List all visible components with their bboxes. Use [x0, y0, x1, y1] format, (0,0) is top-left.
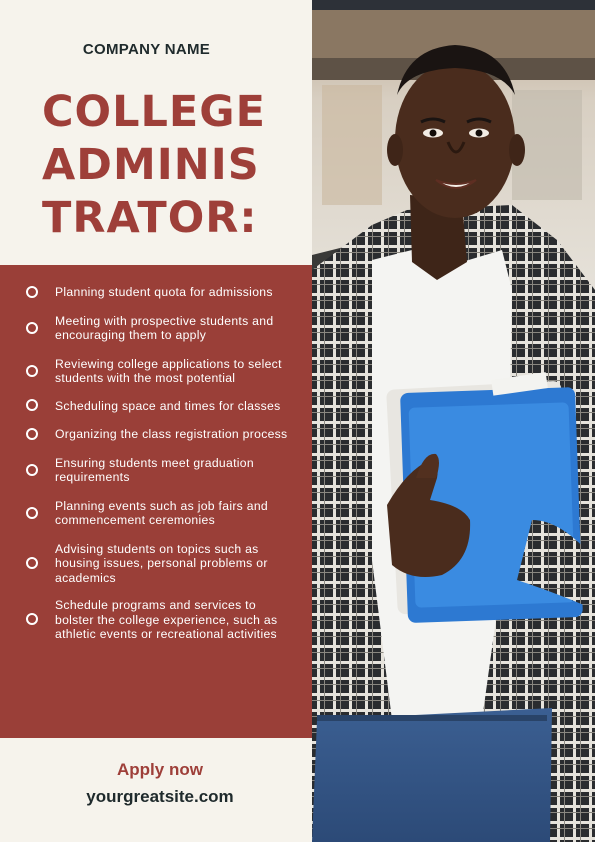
- duty-text: Scheduling space and times for classes: [55, 398, 281, 413]
- duty-item: Scheduling space and times for classes: [0, 399, 312, 414]
- duties-panel: Planning student quota for admissions Me…: [0, 265, 312, 738]
- title-line-1: COLLEGE: [42, 87, 266, 137]
- duty-text: Schedule programs and services to bolste…: [55, 598, 278, 641]
- ring-bullet-icon: [26, 285, 38, 298]
- title-line-3: TRATOR:: [42, 193, 258, 243]
- left-column: COMPANY NAME COLLEGE ADMINIS TRATOR: Pla…: [0, 0, 312, 842]
- ring-bullet-icon: [26, 506, 38, 519]
- duties-list: Planning student quota for admissions Me…: [0, 285, 312, 642]
- duty-item: Ensuring students meet graduation requir…: [0, 456, 312, 485]
- duty-text: Reviewing college applications to select…: [55, 356, 282, 386]
- ring-bullet-icon: [26, 364, 38, 377]
- duty-item: Reviewing college applications to select…: [0, 357, 312, 386]
- student-illustration: [312, 0, 595, 842]
- duty-text: Advising students on topics such as hous…: [55, 541, 268, 585]
- duty-item: Schedule programs and services to bolste…: [0, 598, 312, 642]
- duty-text: Planning events such as job fairs and co…: [55, 498, 268, 528]
- ring-bullet-icon: [26, 399, 38, 412]
- duty-text: Planning student quota for admissions: [55, 285, 273, 299]
- ring-bullet-icon: [26, 613, 38, 626]
- website-link[interactable]: yourgreatsite.com: [0, 787, 320, 807]
- ring-bullet-icon: [26, 556, 38, 569]
- ring-bullet-icon: [26, 321, 38, 334]
- duty-item: Meeting with prospective students and en…: [0, 314, 312, 343]
- apply-now-link[interactable]: Apply now: [0, 760, 320, 780]
- duty-item: Planning student quota for admissions: [0, 285, 312, 300]
- duty-text: Meeting with prospective students and en…: [55, 313, 274, 343]
- ring-bullet-icon: [26, 463, 38, 476]
- duty-item: Advising students on topics such as hous…: [0, 542, 312, 586]
- page-title: COLLEGE ADMINIS TRATOR:: [42, 86, 302, 245]
- duty-item: Organizing the class registration proces…: [0, 427, 312, 442]
- duty-item: Planning events such as job fairs and co…: [0, 499, 312, 528]
- duty-text: Organizing the class registration proces…: [55, 427, 288, 441]
- title-line-2: ADMINIS: [42, 140, 260, 190]
- student-photo: [312, 0, 595, 842]
- ring-bullet-icon: [26, 427, 38, 440]
- flyer-page: COMPANY NAME COLLEGE ADMINIS TRATOR: Pla…: [0, 0, 595, 842]
- duty-text: Ensuring students meet graduation requir…: [55, 455, 254, 485]
- company-name: COMPANY NAME: [82, 41, 211, 58]
